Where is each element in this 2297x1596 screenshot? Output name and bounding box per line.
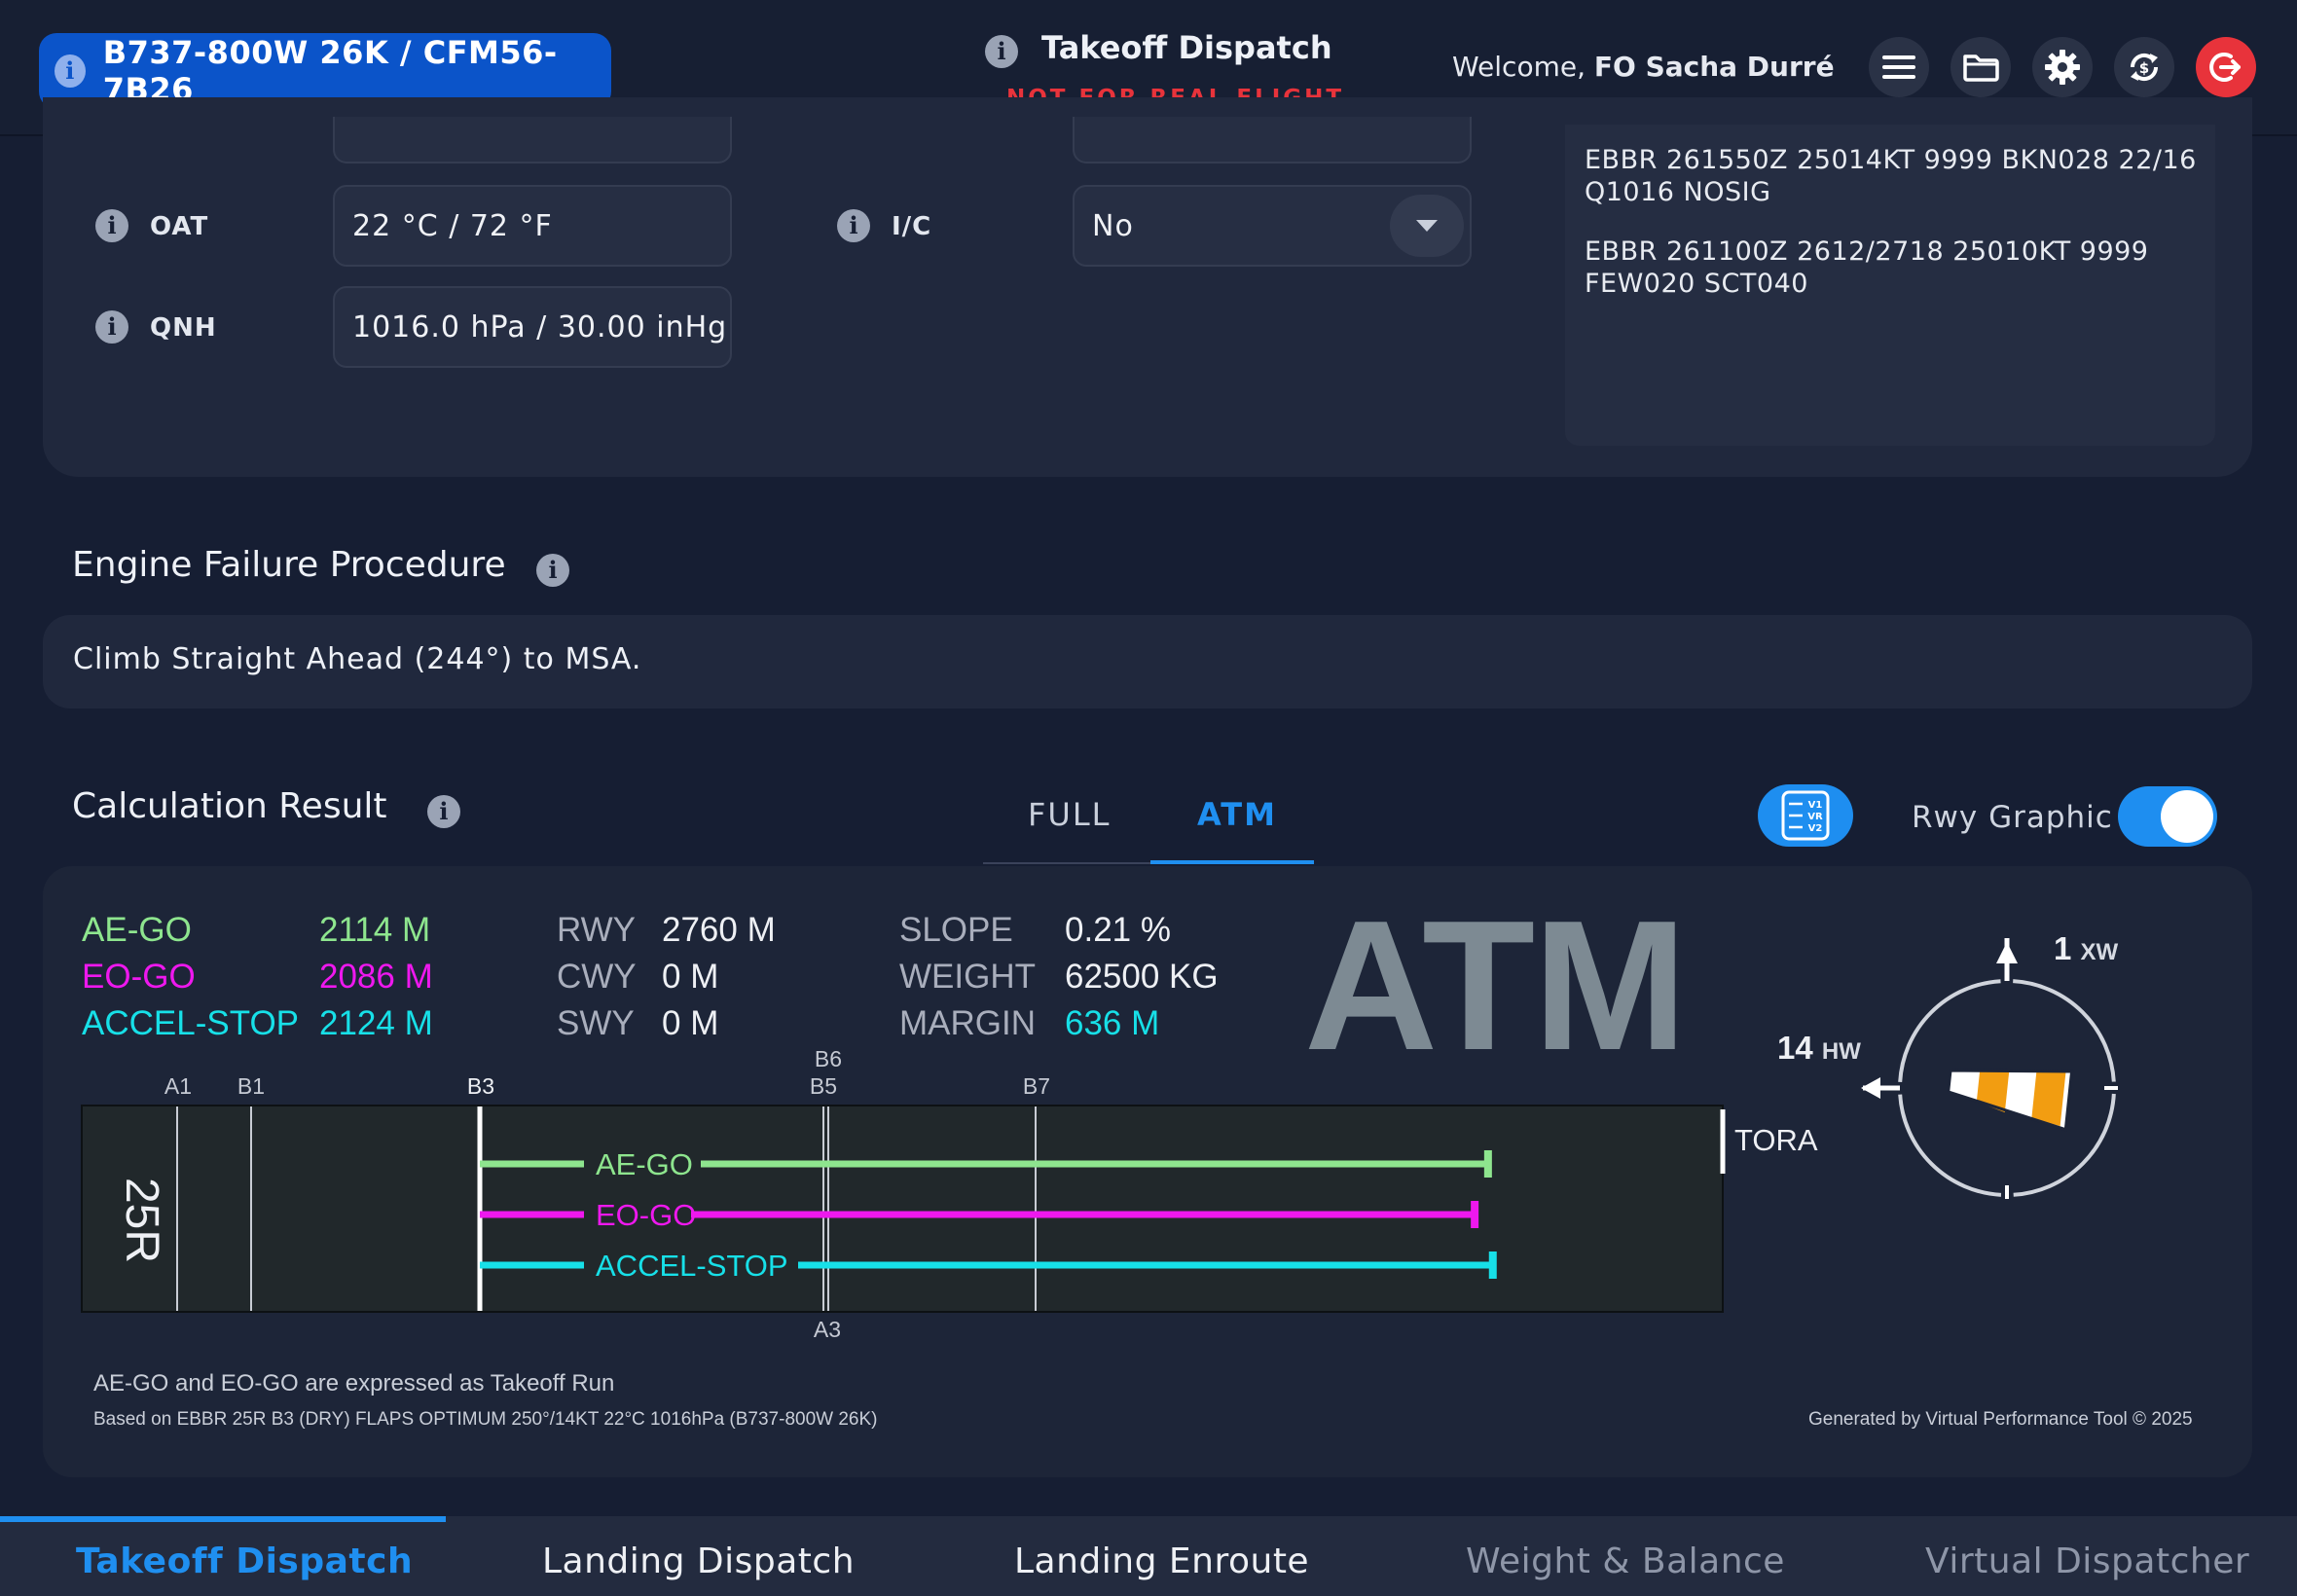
tora-label: TORA (1734, 1123, 1818, 1157)
intersection-label-b6: B6 (815, 1046, 842, 1071)
bar-label-eo-go: EO-GO (596, 1198, 696, 1232)
intersection-label-a3: A3 (814, 1317, 841, 1342)
intersection-label-a1: A1 (164, 1073, 192, 1099)
intersection-label-b5: B5 (810, 1073, 837, 1099)
headwind-readout: 14 HW (1777, 1030, 1861, 1067)
intersection-label-b3: B3 (467, 1073, 494, 1099)
nav-virtual-dispatcher[interactable]: Virtual Dispatcher (1925, 1542, 2249, 1581)
nav-weight-balance[interactable]: Weight & Balance (1466, 1542, 1785, 1581)
intersection-label-b1: B1 (237, 1073, 265, 1099)
bar-label-ae-go: AE-GO (596, 1147, 693, 1181)
nav-takeoff-dispatch[interactable]: Takeoff Dispatch (76, 1542, 413, 1581)
runway-designator: 25R (116, 1178, 167, 1263)
intersection-label-b7: B7 (1023, 1073, 1050, 1099)
bar-label-accel-stop: ACCEL-STOP (596, 1249, 788, 1283)
calculation-basis: Based on EBBR 25R B3 (DRY) FLAPS OPTIMUM… (93, 1409, 878, 1430)
headwind-value: 14 (1777, 1030, 1813, 1066)
nav-landing-enroute[interactable]: Landing Enroute (1014, 1542, 1309, 1581)
nav-active-indicator (0, 1516, 446, 1522)
runway-chart: 25R A1 B1 B3 B6 B5 B7 A3 TORA AE-GO EO-GO… (81, 1046, 1818, 1342)
takeoff-run-note: AE-GO and EO-GO are expressed as Takeoff… (93, 1370, 615, 1396)
nav-landing-dispatch[interactable]: Landing Dispatch (542, 1542, 855, 1581)
wind-rose-icon (1861, 938, 2118, 1199)
generated-by: Generated by Virtual Performance Tool © … (1808, 1409, 2193, 1430)
